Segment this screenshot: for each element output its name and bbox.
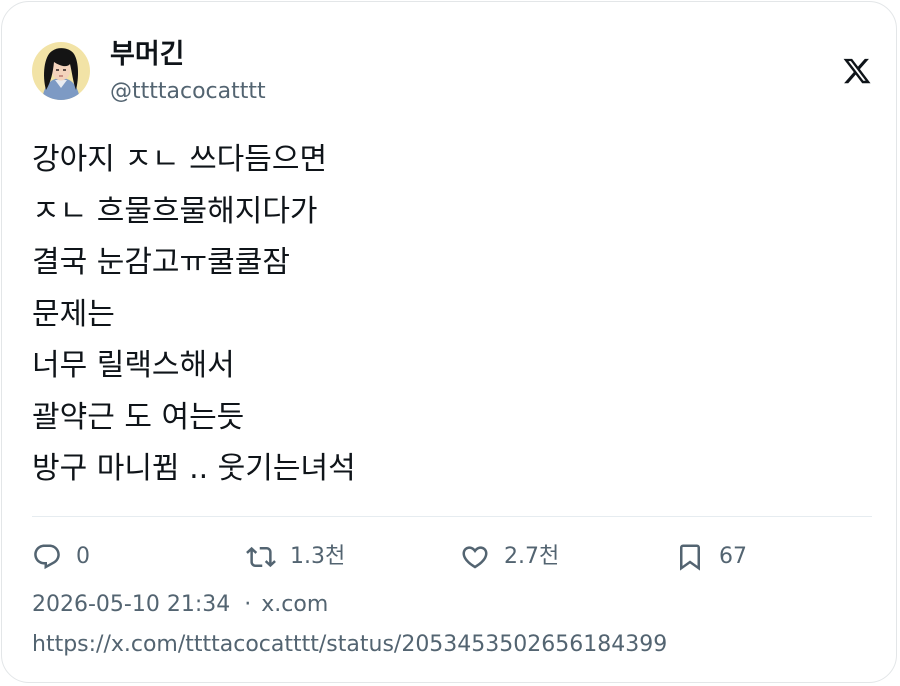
tweet-line: 결국 눈감고ㅠ쿨쿨잠: [32, 245, 290, 280]
avatar[interactable]: [32, 42, 90, 100]
retweet-button[interactable]: 1.3천: [246, 539, 345, 575]
user-handle[interactable]: @ttttacocatttt: [110, 78, 266, 106]
source-link[interactable]: x.com: [261, 590, 328, 620]
tweet-line: 괄약근 도 여는듯: [32, 399, 245, 435]
reply-count: 0: [76, 544, 90, 569]
tweet-line: 문제는: [32, 296, 115, 332]
reply-button[interactable]: 0: [32, 539, 90, 575]
retweet-count: 1.3천: [290, 544, 346, 569]
tweet-line: 강아지 ㅈㄴ 쓰다듬으면: [32, 142, 328, 177]
tweet-text: 강아지 ㅈㄴ 쓰다듬으면 ㅈㄴ 흐물흐물해지다가 결국 눈감고ㅠ쿨쿨잠 문제는 …: [32, 134, 862, 495]
tweet-card: 부머긴 @ttttacocatttt 강아지 ㅈㄴ 쓰다듬으면 ㅈㄴ 흐물흐물해…: [1, 1, 897, 683]
tweet-line: 방구 마니뀜 .. 웃기는녀석: [32, 451, 356, 486]
divider: [32, 516, 872, 517]
retweet-icon: [246, 546, 276, 568]
like-button[interactable]: 2.7천: [460, 539, 559, 575]
reply-icon: [34, 544, 60, 570]
tweet-meta: 2026-05-10 21:34 · x.com: [32, 590, 328, 620]
meta-separator: ·: [244, 592, 252, 617]
avatar-illustration: [32, 42, 90, 100]
like-count: 2.7천: [504, 544, 560, 569]
bookmark-count: 67: [719, 544, 747, 569]
timestamp[interactable]: 2026-05-10 21:34: [32, 590, 230, 620]
bookmark-button[interactable]: 67: [675, 539, 747, 575]
tweet-line: 너무 릴랙스해서: [32, 348, 235, 383]
status-url-link[interactable]: https://x.com/ttttacocatttt/status/20534…: [32, 629, 667, 661]
heart-icon: [462, 546, 488, 569]
display-name[interactable]: 부머긴: [110, 38, 185, 72]
bookmark-icon: [680, 544, 700, 571]
tweet-line: ㅈㄴ 흐물흐물해지다가: [32, 193, 318, 229]
x-logo-icon[interactable]: [842, 56, 872, 86]
